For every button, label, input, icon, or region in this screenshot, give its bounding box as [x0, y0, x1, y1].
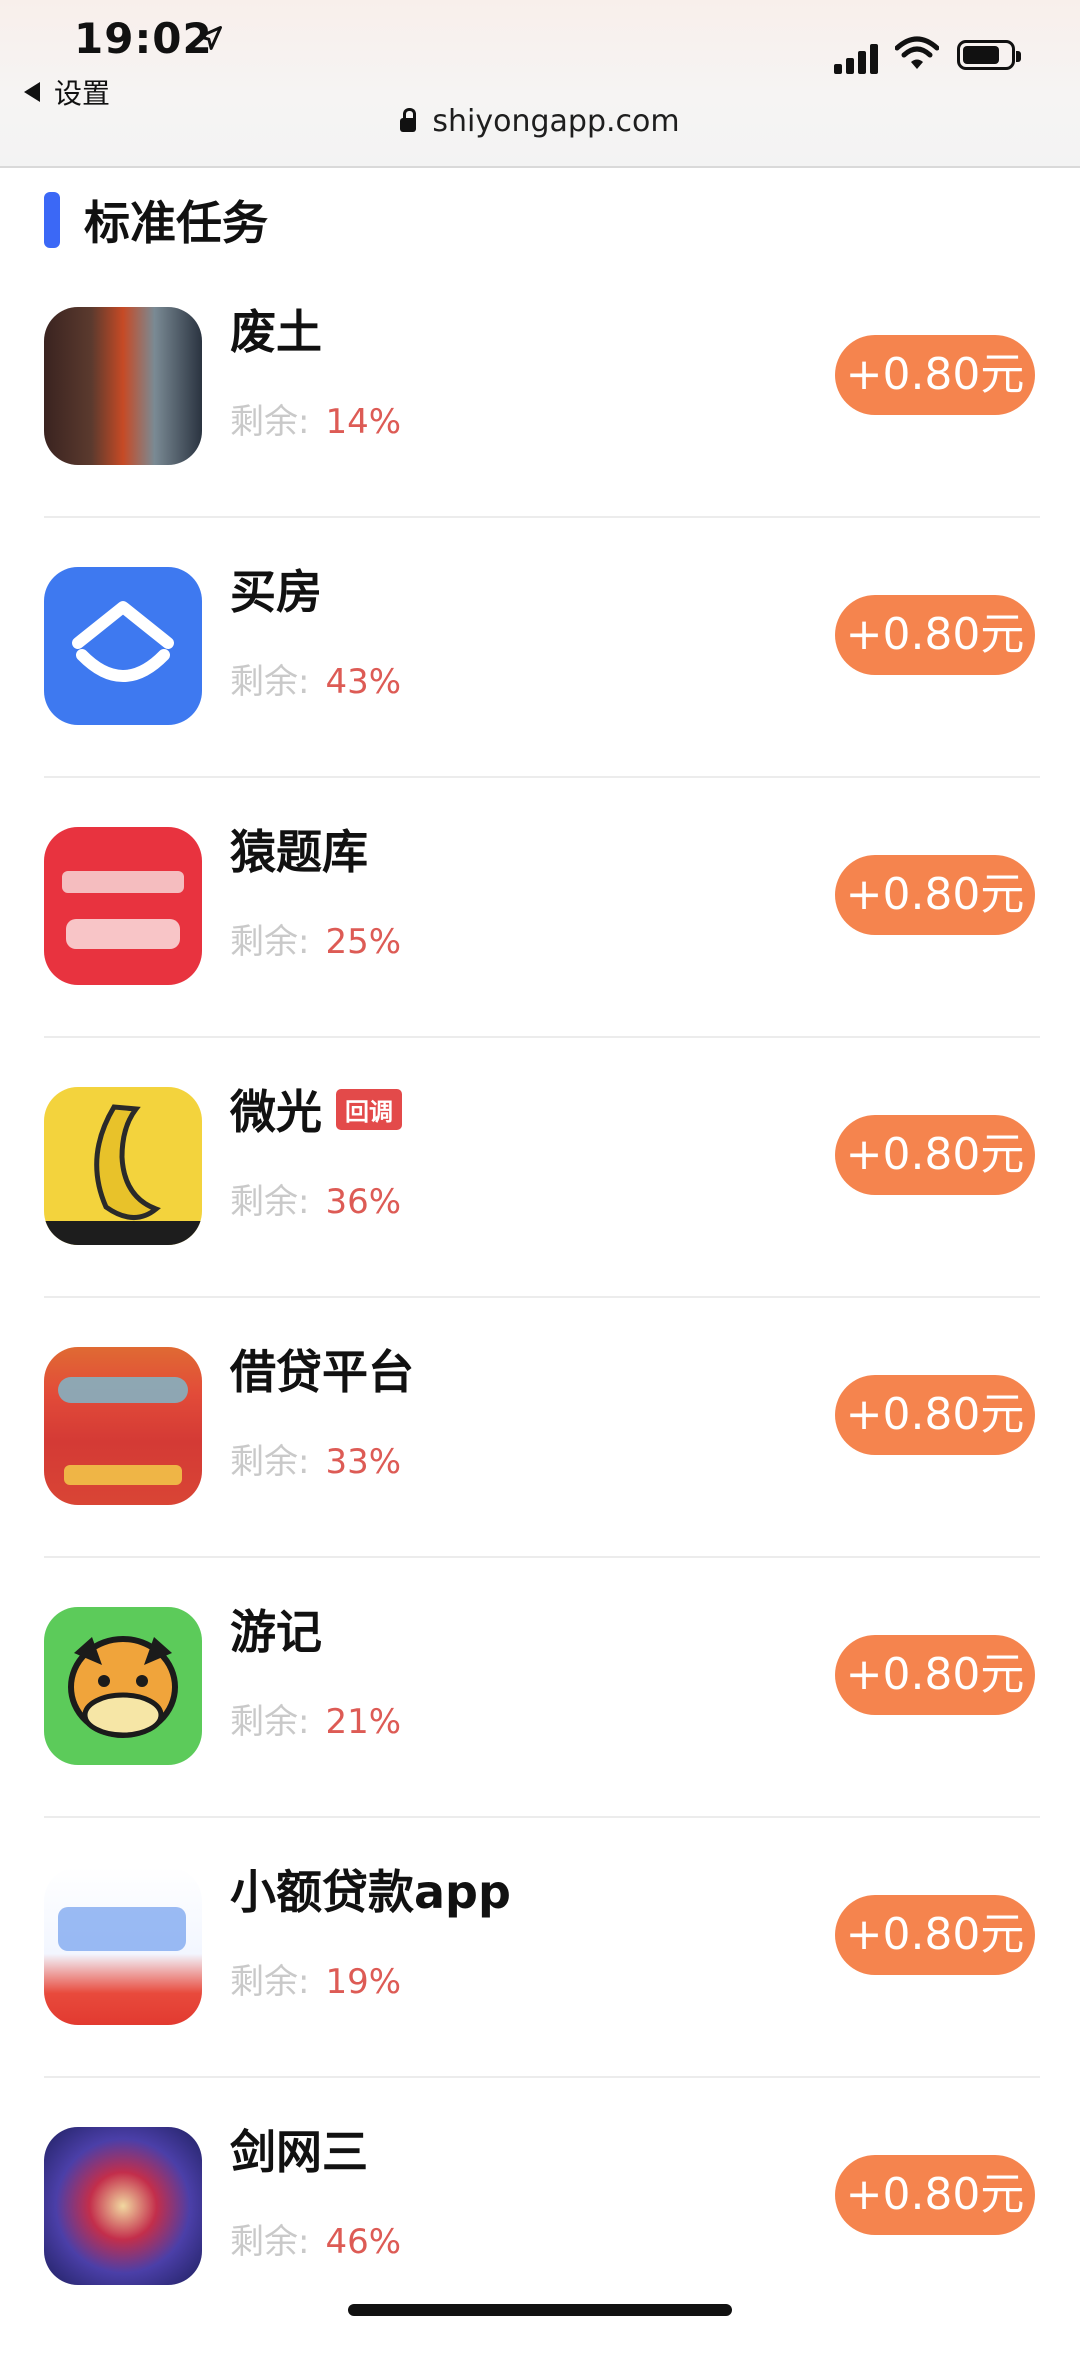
app-icon-youji	[44, 1607, 202, 1765]
remaining-label: 剩余:	[230, 1962, 310, 2002]
remaining-label: 剩余:	[230, 1702, 310, 1742]
remaining-label: 剩余:	[230, 922, 310, 962]
app-icon-xiaoe	[44, 1867, 202, 2025]
task-name: 游记	[230, 1605, 322, 1659]
section-title: 标准任务	[84, 196, 268, 250]
task-remaining: 剩余: 21%	[230, 1694, 401, 1743]
task-row[interactable]: 买房 剩余: 43% +0.80元	[0, 550, 1080, 810]
url-text: shiyongapp.com	[432, 104, 680, 139]
status-time: 19:02	[74, 14, 213, 63]
row-divider	[44, 776, 1040, 778]
task-remaining: 剩余: 19%	[230, 1954, 401, 2003]
task-remaining: 剩余: 36%	[230, 1174, 401, 1223]
remaining-label: 剩余:	[230, 2222, 310, 2262]
task-row[interactable]: 微光 回调 剩余: 36% +0.80元	[0, 1070, 1080, 1330]
app-icon-jiedai	[44, 1347, 202, 1505]
task-remaining: 剩余: 25%	[230, 914, 401, 963]
app-icon-yuantiku	[44, 827, 202, 985]
reward-button[interactable]: +0.80元	[835, 855, 1035, 935]
task-name: 小额贷款app	[230, 1865, 511, 1919]
reward-button[interactable]: +0.80元	[835, 1375, 1035, 1455]
row-divider	[44, 1296, 1040, 1298]
lock-icon	[400, 108, 417, 132]
remaining-percent: 21%	[325, 1702, 402, 1742]
task-remaining: 剩余: 14%	[230, 394, 401, 443]
task-row[interactable]: 游记 剩余: 21% +0.80元	[0, 1590, 1080, 1850]
remaining-label: 剩余:	[230, 402, 310, 442]
reward-button[interactable]: +0.80元	[835, 1635, 1035, 1715]
row-divider	[44, 1036, 1040, 1038]
remaining-label: 剩余:	[230, 662, 310, 702]
callback-tag: 回调	[336, 1089, 402, 1130]
remaining-percent: 19%	[325, 1962, 402, 2002]
address-bar[interactable]: shiyongapp.com	[0, 104, 1080, 139]
task-name: 微光 回调	[230, 1076, 402, 1142]
reward-button[interactable]: +0.80元	[835, 595, 1035, 675]
task-remaining: 剩余: 46%	[230, 2214, 401, 2263]
battery-icon	[957, 40, 1021, 70]
task-row[interactable]: 废土 剩余: 14% +0.80元	[0, 290, 1080, 550]
house-icon	[72, 601, 174, 682]
section-header: 标准任务	[44, 188, 268, 252]
reward-button[interactable]: +0.80元	[835, 1115, 1035, 1195]
browser-header: 19:02 设置 shiyongapp.com	[0, 0, 1080, 168]
cow-icon	[68, 1636, 178, 1738]
row-divider	[44, 1556, 1040, 1558]
app-icon-feitu	[44, 307, 202, 465]
task-name: 废土	[230, 305, 322, 359]
remaining-label: 剩余:	[230, 1182, 310, 1222]
task-row[interactable]: 剑网三 剩余: 46% +0.80元	[0, 2110, 1080, 2370]
home-indicator[interactable]	[348, 2304, 732, 2316]
remaining-percent: 43%	[325, 662, 402, 702]
reward-button[interactable]: +0.80元	[835, 335, 1035, 415]
task-row[interactable]: 借贷平台 剩余: 33% +0.80元	[0, 1330, 1080, 1590]
task-row[interactable]: 猿题库 剩余: 25% +0.80元	[0, 810, 1080, 1070]
remaining-percent: 46%	[325, 2222, 402, 2262]
task-name: 借贷平台	[230, 1345, 414, 1399]
app-icon-jianwang	[44, 2127, 202, 2285]
app-icon-weiguang	[44, 1087, 202, 1245]
task-name: 剑网三	[230, 2125, 368, 2179]
reward-button[interactable]: +0.80元	[835, 1895, 1035, 1975]
task-name: 买房	[230, 565, 322, 619]
remaining-percent: 14%	[325, 402, 402, 442]
task-remaining: 剩余: 43%	[230, 654, 401, 703]
remaining-label: 剩余:	[230, 1442, 310, 1482]
section-accent-bar	[44, 192, 60, 248]
reward-button[interactable]: +0.80元	[835, 2155, 1035, 2235]
back-arrow-icon	[24, 82, 40, 102]
remaining-percent: 25%	[325, 922, 402, 962]
row-divider	[44, 516, 1040, 518]
cellular-signal-icon	[834, 42, 882, 74]
remaining-percent: 33%	[325, 1442, 402, 1482]
row-divider	[44, 1816, 1040, 1818]
task-name: 猿题库	[230, 825, 368, 879]
row-divider	[44, 2076, 1040, 2078]
remaining-percent: 36%	[325, 1182, 402, 1222]
banana-icon	[44, 1104, 202, 1245]
task-row[interactable]: 小额贷款app 剩余: 19% +0.80元	[0, 1850, 1080, 2110]
task-remaining: 剩余: 33%	[230, 1434, 401, 1483]
task-name-text: 微光	[230, 1085, 322, 1139]
app-icon-maifang	[44, 567, 202, 725]
wifi-icon	[895, 36, 939, 69]
location-arrow-icon	[198, 26, 222, 50]
